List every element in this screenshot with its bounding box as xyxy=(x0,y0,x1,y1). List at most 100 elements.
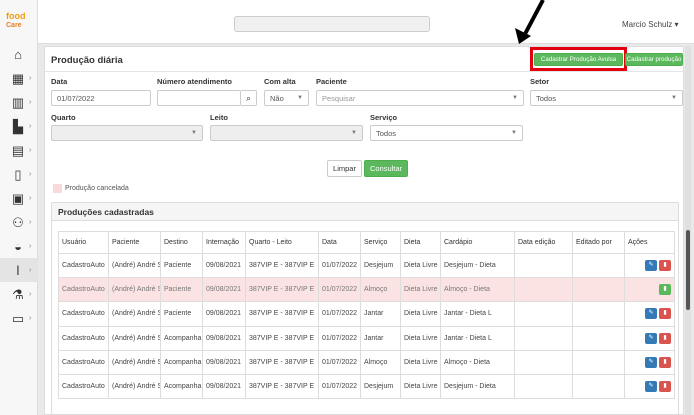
cadastrar-producao-button[interactable]: Cadastrar produção xyxy=(625,53,683,66)
column-header[interactable]: Serviço xyxy=(360,231,401,254)
table-cell: 09/08/2021 xyxy=(202,301,246,327)
top-search-field[interactable] xyxy=(234,16,430,32)
sidebar-item-flask[interactable]: ⚗ › xyxy=(0,282,38,306)
com-alta-label: Com alta xyxy=(264,77,296,86)
table-cell xyxy=(514,301,573,327)
chevron-right-icon: › xyxy=(29,170,32,178)
numero-atendimento-input[interactable] xyxy=(157,90,241,106)
column-header[interactable]: Paciente xyxy=(108,231,161,254)
restore-icon[interactable]: ▮ xyxy=(659,284,671,296)
column-header[interactable]: Dieta xyxy=(400,231,441,254)
column-header[interactable]: Internação xyxy=(202,231,246,254)
consultar-button[interactable]: Consultar xyxy=(364,160,408,177)
table-cell: 09/08/2021 xyxy=(202,349,246,375)
chevron-right-icon: › xyxy=(29,266,32,274)
table-cell: Acompanha xyxy=(160,349,203,375)
flask-icon: ⚗ xyxy=(12,286,24,302)
com-alta-select[interactable]: Não ▼ xyxy=(264,90,309,106)
search-icon[interactable]: ⌕ xyxy=(241,90,257,106)
sidebar-item-building[interactable]: ▥ › xyxy=(0,90,38,114)
table-cell: 387VIP E - 387VIP E xyxy=(245,252,319,279)
productions-table-panel: Produções cadastradas Usuário Paciente Des… xyxy=(51,202,679,414)
table-cell: Jantar - Dieta L xyxy=(440,325,515,351)
sidebar-item-people[interactable]: ⚇ › xyxy=(0,210,38,234)
chevron-right-icon: › xyxy=(29,98,32,106)
actions-cell: ✎ ▮ xyxy=(624,252,675,279)
scrollbar-thumb[interactable] xyxy=(686,230,690,310)
leito-select[interactable]: ▼ xyxy=(210,125,363,141)
sidebar-item-document[interactable]: ▯ › xyxy=(0,162,38,186)
setor-select[interactable]: Todos ▼ xyxy=(530,90,683,106)
actions-cell: ✎ ▮ xyxy=(624,325,675,351)
delete-icon[interactable]: ▮ xyxy=(659,356,671,368)
edit-icon[interactable]: ✎ xyxy=(645,332,657,344)
limpar-button[interactable]: Limpar xyxy=(327,160,362,177)
column-header[interactable]: Editado por xyxy=(572,231,625,254)
servico-select[interactable]: Todos ▼ xyxy=(370,125,523,141)
table-row[interactable]: CadastroAuto (André) André S Paciente 09/08… xyxy=(58,301,675,327)
chevron-right-icon: › xyxy=(29,74,32,82)
chevron-right-icon: › xyxy=(29,122,32,130)
table-cell xyxy=(514,252,573,279)
edit-icon[interactable]: ✎ xyxy=(645,260,657,272)
utensils-icon: ǀ xyxy=(16,262,20,278)
table-cell: Acompanha xyxy=(160,325,203,351)
edit-icon[interactable]: ✎ xyxy=(645,356,657,368)
data-field[interactable]: 01/07/2022 xyxy=(51,90,151,106)
sidebar-item-tools[interactable]: ▙ › xyxy=(0,114,38,138)
clipboard-icon: ▤ xyxy=(11,142,25,158)
servico-label: Serviço xyxy=(370,113,398,122)
topbar: Marcio Schulz ▾ xyxy=(38,0,694,44)
column-header[interactable]: Usuário xyxy=(58,231,109,254)
table-cell xyxy=(514,325,573,351)
table-row[interactable]: CadastroAuto (André) André S Paciente 09/08… xyxy=(58,252,675,279)
delete-icon[interactable]: ▮ xyxy=(659,381,671,393)
productions-table: Usuário Paciente Destino Internação Quarto -… xyxy=(58,231,675,400)
column-header[interactable]: Destino xyxy=(160,231,203,254)
numero-atendimento-label: Número atendimento xyxy=(157,77,233,86)
quarto-label: Quarto xyxy=(51,113,76,122)
table-row[interactable]: CadastroAuto (André) André S Acompanha 09/0… xyxy=(58,373,675,400)
chevron-down-icon: ▼ xyxy=(671,95,677,101)
edit-icon[interactable]: ✎ xyxy=(645,308,657,320)
sidebar-item-grid[interactable]: ▦ › xyxy=(0,66,38,90)
delete-icon[interactable]: ▮ xyxy=(659,332,671,344)
table-cell: 01/07/2022 xyxy=(318,301,361,327)
table-cell: (André) André S xyxy=(108,325,161,351)
table-cell: 01/07/2022 xyxy=(318,252,361,279)
chevron-down-icon: ▼ xyxy=(297,95,303,101)
table-cell xyxy=(572,349,625,375)
table-row[interactable]: CadastroAuto (André) André S Paciente 09/08… xyxy=(58,277,675,303)
column-header[interactable]: Data xyxy=(318,231,361,254)
sidebar-item-monitor[interactable]: ▭ › xyxy=(0,306,38,330)
annotation-arrow-icon xyxy=(515,0,545,44)
user-menu[interactable]: Marcio Schulz ▾ xyxy=(622,20,678,29)
production-panel: Produção diária Cadastrar Produção Avuls… xyxy=(44,46,684,415)
actions-cell: ✎ ▮ xyxy=(624,373,675,400)
table-row[interactable]: CadastroAuto (André) André S Acompanha 09/0… xyxy=(58,349,675,375)
quarto-select[interactable]: ▼ xyxy=(51,125,203,141)
delete-icon[interactable]: ▮ xyxy=(659,308,671,320)
table-cell: 01/07/2022 xyxy=(318,349,361,375)
table-cell: 01/07/2022 xyxy=(318,325,361,351)
table-cell: CadastroAuto xyxy=(58,252,109,279)
app-logo[interactable]: food Care xyxy=(6,12,34,30)
edit-icon[interactable]: ✎ xyxy=(645,381,657,393)
column-header[interactable]: Data edição xyxy=(514,231,573,254)
delete-icon[interactable]: ▮ xyxy=(659,260,671,272)
column-header[interactable]: Cardápio xyxy=(440,231,515,254)
sidebar-item-utensils[interactable]: ǀ › xyxy=(0,258,38,282)
table-cell: Desjejum - Dieta xyxy=(440,252,515,279)
chevron-right-icon: › xyxy=(29,146,32,154)
table-cell: Dieta Livre xyxy=(400,325,441,351)
chevron-right-icon: › xyxy=(29,290,32,298)
sidebar-item-bowl[interactable]: ◒ › xyxy=(0,234,38,258)
sidebar-item-clipboard[interactable]: ▤ › xyxy=(0,138,38,162)
table-row[interactable]: CadastroAuto (André) André S Acompanha 09/0… xyxy=(58,325,675,351)
column-header[interactable]: Ações xyxy=(624,231,675,254)
column-header[interactable]: Quarto - Leito xyxy=(245,231,319,254)
chevron-right-icon: › xyxy=(29,194,32,202)
sidebar-item-box[interactable]: ▣ › xyxy=(0,186,38,210)
paciente-select[interactable]: Pesquisar ▼ xyxy=(316,90,524,106)
sidebar-item-home[interactable]: ⌂ xyxy=(0,42,38,66)
